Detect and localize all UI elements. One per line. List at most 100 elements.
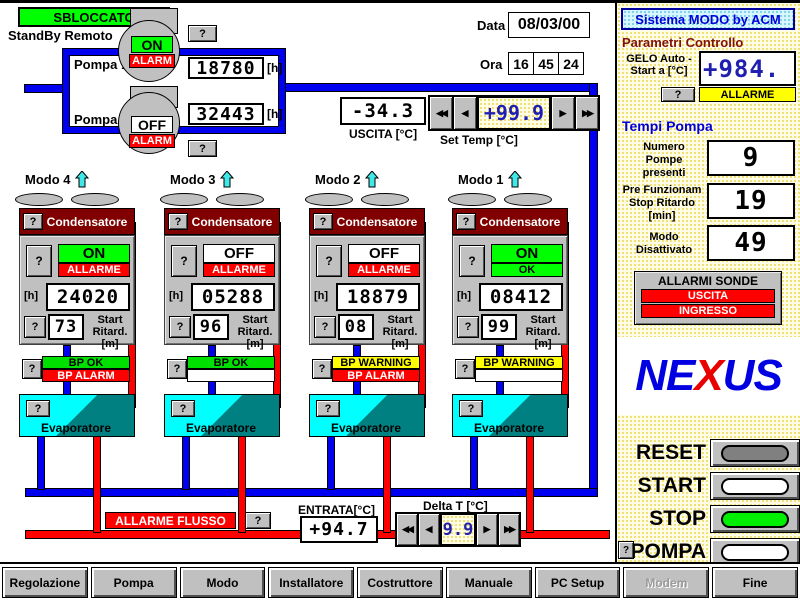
hours-unit: [h] (169, 290, 183, 302)
bp-status-top: BP OK (187, 356, 275, 369)
pump2-alarm: ALARM (129, 134, 175, 148)
start-button[interactable] (710, 472, 800, 500)
help-button[interactable]: ? (455, 359, 475, 379)
reset-label: RESET (636, 441, 706, 465)
help-button[interactable]: ? (316, 245, 342, 277)
menu-regolazione[interactable]: Regolazione (2, 567, 88, 598)
hours-unit: [h] (457, 290, 471, 302)
stop-button[interactable] (710, 505, 800, 533)
right-panel: Sistema MODO by ACM Parametri Controllo … (617, 3, 800, 562)
delta-t-increment-fast-button[interactable]: ▶▶ (498, 513, 520, 546)
condenser-label: Condensatore (333, 215, 421, 229)
set-temp-decrement-button[interactable]: ◀ (453, 96, 477, 130)
start-label-line2: Ritard.[m] (238, 326, 273, 350)
set-temp-decrement-fast-button[interactable]: ◀◀ (429, 96, 453, 130)
left-arrow-icon: ◀ (426, 524, 433, 535)
double-right-arrow-icon: ▶▶ (504, 524, 514, 535)
prerun-stop-delay-label: Pre Funzionam Stop Ritardo [min] (619, 184, 705, 223)
delta-t-decrement-fast-button[interactable]: ◀◀ (396, 513, 418, 546)
delta-t-increment-button[interactable]: ▶ (476, 513, 498, 546)
help-button[interactable]: ? (188, 140, 217, 157)
up-arrow-icon (508, 171, 522, 188)
help-button[interactable]: ? (167, 359, 187, 379)
pump-count-label: Numero Pompe presenti (623, 141, 705, 180)
set-temp-increment-button[interactable]: ▶ (551, 96, 575, 130)
help-button[interactable]: ? (312, 359, 332, 379)
help-button[interactable]: ? (314, 316, 336, 338)
fan-ellipse (71, 193, 119, 206)
fan-ellipse (216, 193, 264, 206)
help-button[interactable]: ? (618, 541, 634, 559)
help-button[interactable]: ? (168, 213, 188, 230)
help-button[interactable]: ? (661, 87, 695, 102)
hours-unit: [h] (314, 290, 328, 302)
condenser-state: ON (58, 244, 130, 263)
prerun-stop-delay-value: 19 (707, 183, 795, 219)
mode-label: Modo 4 (25, 172, 71, 187)
help-button[interactable]: ? (171, 245, 197, 277)
bp-status-bottom: BP ALARM (42, 369, 130, 382)
left-arrow-icon: ◀ (462, 108, 469, 119)
system-title: Sistema MODO by ACM (621, 8, 795, 30)
start-delay-label: StartRitard.[m] (376, 314, 424, 350)
bp-status-bottom: BP ALARM (332, 369, 420, 382)
help-button[interactable]: ? (457, 316, 479, 338)
help-button[interactable]: ? (245, 512, 271, 529)
help-button[interactable]: ? (24, 316, 46, 338)
probe-alarm-ingresso: INGRESSO (641, 304, 775, 318)
help-button[interactable]: ? (26, 400, 50, 417)
delta-t-control: ◀◀ ◀ 9.9 ▶ ▶▶ (395, 512, 521, 547)
reset-button[interactable] (710, 439, 800, 467)
fan-ellipse (160, 193, 208, 206)
params-title: Parametri Controllo (622, 35, 743, 50)
condenser-body: ? ON OK [h] 08412 ? 99 StartRitard.[m] (452, 235, 568, 345)
help-button[interactable]: ? (316, 400, 340, 417)
help-button[interactable]: ? (456, 213, 476, 230)
help-button[interactable]: ? (188, 25, 217, 42)
condenser-state: OFF (348, 244, 420, 263)
time-seconds: 24 (558, 52, 584, 75)
nexus-logo: NEXUS (617, 337, 800, 415)
menu-pc-setup[interactable]: PC Setup (535, 567, 621, 598)
menu-pompa[interactable]: Pompa (91, 567, 177, 598)
help-button[interactable]: ? (169, 316, 191, 338)
start-label-line2: Ritard.[m] (383, 326, 418, 350)
help-button[interactable]: ? (313, 213, 333, 230)
start-delay-value: 73 (48, 314, 84, 340)
help-button[interactable]: ? (23, 213, 43, 230)
help-button[interactable]: ? (171, 400, 195, 417)
condenser-header: ? Condensatore (19, 208, 135, 235)
help-button[interactable]: ? (22, 359, 42, 379)
help-button[interactable]: ? (459, 400, 483, 417)
double-right-arrow-icon: ▶▶ (582, 108, 592, 119)
help-button[interactable]: ? (26, 245, 52, 277)
start-delay-value: 99 (481, 314, 517, 340)
reset-indicator (721, 445, 789, 462)
start-label-line1: Start (387, 314, 412, 326)
double-left-arrow-icon: ◀◀ (402, 524, 412, 535)
menu-costruttore[interactable]: Costruttore (357, 567, 443, 598)
evaporator-label: Evaporatore (453, 421, 565, 435)
menu-manuale[interactable]: Manuale (446, 567, 532, 598)
reset-row: RESET (617, 439, 800, 467)
evaporator-label: Evaporatore (165, 421, 277, 435)
pump-count-value: 9 (707, 140, 795, 176)
start-delay-label: StartRitard.[m] (519, 314, 567, 350)
time-minutes: 45 (533, 52, 559, 75)
menu-fine[interactable]: Fine (712, 567, 798, 598)
help-button[interactable]: ? (459, 245, 485, 277)
gelo-display: +984. (699, 51, 796, 86)
condenser-state: ON (491, 244, 563, 263)
stop-indicator (721, 511, 789, 528)
menu-modo[interactable]: Modo (180, 567, 266, 598)
delta-t-value: 9.9 (440, 513, 476, 546)
evaporator: ? Evaporatore (452, 394, 568, 437)
delta-t-decrement-button[interactable]: ◀ (418, 513, 440, 546)
start-label-line2: Ritard.[m] (526, 326, 561, 350)
set-temp-increment-fast-button[interactable]: ▶▶ (575, 96, 599, 130)
set-temp-label: Set Temp [°C] (440, 133, 590, 147)
pump1-state: ON (131, 36, 173, 53)
menu-installatore[interactable]: Installatore (268, 567, 354, 598)
condenser-alarm: ALLARME (203, 263, 275, 277)
menu-modem: Modem (623, 567, 709, 598)
